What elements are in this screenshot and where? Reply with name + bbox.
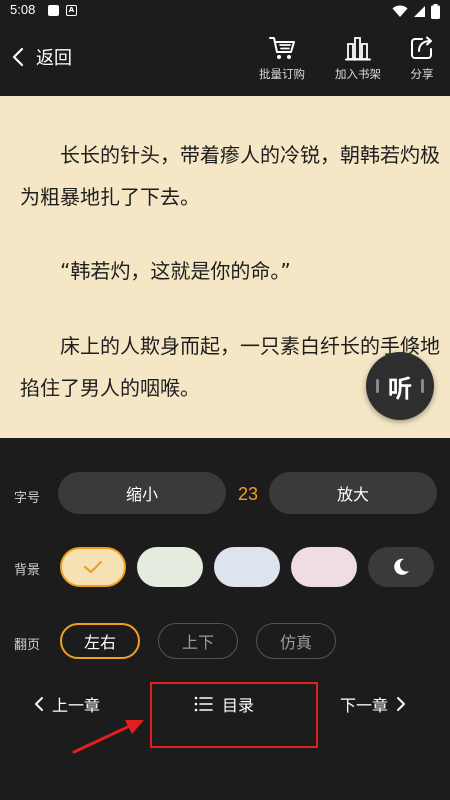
page-turn-vertical[interactable]: 上下 xyxy=(158,623,238,659)
bookshelf-icon xyxy=(345,37,371,61)
annotation-arrow-icon xyxy=(72,720,144,754)
share-label: 分享 xyxy=(410,67,434,81)
previous-chapter-label: 上一章 xyxy=(52,696,101,715)
bulk-order-button[interactable]: 批量订购 xyxy=(252,34,312,82)
moon-icon xyxy=(394,558,409,575)
chevron-right-icon xyxy=(397,697,406,711)
battery-icon xyxy=(431,4,440,19)
back-label: 返回 xyxy=(36,48,72,69)
background-swatch-green[interactable] xyxy=(137,547,203,587)
page-turn-simulation-label: 仿真 xyxy=(279,633,312,652)
status-time: 5:08 xyxy=(10,2,36,17)
back-button[interactable]: 返回 xyxy=(12,42,72,72)
page-turn-horizontal[interactable]: 左右 xyxy=(60,623,140,659)
listen-button[interactable]: 听 xyxy=(366,352,434,420)
page-turn-label: 翻页 xyxy=(14,638,41,653)
font-size-value: 23 xyxy=(237,484,259,504)
cart-icon xyxy=(269,37,295,59)
reader-header: 返回 批量订购 加入书架 分享 xyxy=(0,22,450,96)
story-paragraph: “韩若灼，这就是你的命。” xyxy=(20,250,440,292)
wifi-icon xyxy=(392,5,408,17)
status-bar: 5:08 A xyxy=(0,0,450,22)
listen-label: 听 xyxy=(388,374,412,403)
next-chapter-label: 下一章 xyxy=(340,696,389,715)
chevron-left-icon xyxy=(35,697,43,711)
page-turn-simulation[interactable]: 仿真 xyxy=(256,623,336,659)
next-chapter-button[interactable]: 下一章 xyxy=(340,692,406,716)
reader-settings-panel: 字号 缩小 23 放大 背景 翻页 左右 上下 仿真 上一章 目录 下一章 xyxy=(0,438,450,800)
sound-wave-icon xyxy=(376,379,379,393)
decrease-font-button[interactable]: 缩小 xyxy=(58,472,226,514)
night-mode-button[interactable] xyxy=(368,547,434,587)
paragraph-text: 长长的针头，带着瘆人的冷锐，朝韩若灼极为粗暴地扎了下去。 xyxy=(20,143,440,209)
background-label: 背景 xyxy=(14,563,41,578)
font-size-label: 字号 xyxy=(14,491,41,506)
add-to-shelf-button[interactable]: 加入书架 xyxy=(328,34,388,82)
app-notification-icon: A xyxy=(66,5,77,16)
notification-icon xyxy=(48,5,59,16)
decrease-font-label: 缩小 xyxy=(125,485,158,504)
background-swatch-cream[interactable] xyxy=(60,547,126,587)
background-swatch-pink[interactable] xyxy=(291,547,357,587)
increase-font-button[interactable]: 放大 xyxy=(269,472,437,514)
story-paragraph: 长长的针头，带着瘆人的冷锐，朝韩若灼极为粗暴地扎了下去。 xyxy=(20,134,440,218)
increase-font-label: 放大 xyxy=(336,485,369,504)
sound-wave-icon xyxy=(421,379,424,393)
page-turn-vertical-label: 上下 xyxy=(181,633,214,652)
page-turn-horizontal-label: 左右 xyxy=(83,633,116,652)
signal-icon xyxy=(414,6,425,17)
bulk-order-label: 批量订购 xyxy=(259,67,305,81)
chevron-left-icon xyxy=(12,47,24,67)
reading-area[interactable]: 长长的针头，带着瘆人的冷锐，朝韩若灼极为粗暴地扎了下去。 “韩若灼，这就是你的命… xyxy=(0,96,450,438)
add-to-shelf-label: 加入书架 xyxy=(335,67,381,81)
background-swatch-blue[interactable] xyxy=(214,547,280,587)
share-icon xyxy=(411,36,432,59)
checkmark-icon xyxy=(83,560,103,574)
previous-chapter-button[interactable]: 上一章 xyxy=(34,692,100,716)
annotation-highlight-box xyxy=(150,682,318,748)
share-button[interactable]: 分享 xyxy=(392,34,450,82)
paragraph-text: “韩若灼，这就是你的命。” xyxy=(60,259,291,283)
